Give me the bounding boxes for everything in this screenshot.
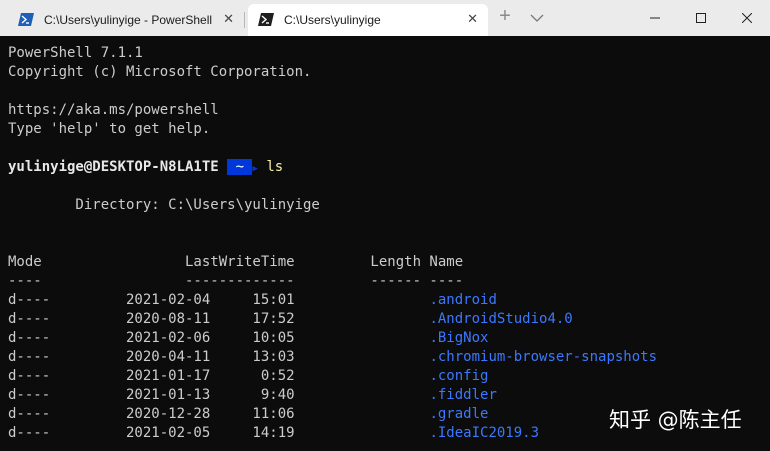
- directory-name: .fiddler: [429, 387, 497, 403]
- banner-line: Copyright (c) Microsoft Corporation.: [8, 64, 312, 80]
- title-bar: C:\Users\yulinyige - PowerShell ✕ C:\Use…: [0, 0, 770, 36]
- table-row: d---- 2020-04-11 13:03 .chromium-browser…: [8, 348, 657, 367]
- row-meta: d---- 2021-02-06 10:05: [8, 330, 430, 346]
- row-meta: d---- 2021-02-05 14:19: [8, 425, 430, 441]
- prompt-line: yulinyige@DESKTOP-N8LA1TE ~ ▶ ls: [8, 158, 283, 179]
- directory-line: Directory: C:\Users\yulinyige: [8, 197, 320, 213]
- directory-name: .AndroidStudio4.0: [429, 311, 573, 327]
- tab-title: C:\Users\yulinyige - PowerShell: [44, 13, 213, 27]
- banner-line: PowerShell 7.1.1: [8, 45, 143, 61]
- row-meta: d---- 2021-01-13 9:40: [8, 387, 430, 403]
- maximize-button[interactable]: [678, 0, 724, 36]
- row-meta: d---- 2020-08-11 17:52: [8, 311, 430, 327]
- powershell-icon: [18, 13, 34, 26]
- table-header: Mode LastWriteTime Length Name: [8, 254, 464, 270]
- new-tab-button[interactable]: +: [494, 5, 516, 28]
- chevron-down-icon[interactable]: [528, 9, 546, 27]
- tab-divider: [244, 12, 245, 28]
- row-meta: d---- 2021-02-04 15:01: [8, 292, 430, 308]
- directory-name: .gradle: [429, 406, 489, 422]
- directory-name: .BigNox: [429, 330, 489, 346]
- close-window-button[interactable]: [724, 0, 770, 36]
- table-header-rule: ---- ------------- ------ ----: [8, 273, 464, 289]
- directory-name: .android: [429, 292, 497, 308]
- table-row: d---- 2021-02-06 10:05 .BigNox: [8, 329, 488, 348]
- table-row: d---- 2020-08-11 17:52 .AndroidStudio4.0: [8, 310, 573, 329]
- directory-name: .IdeaIC2019.3: [429, 425, 540, 441]
- prompt-directory: ~: [227, 159, 253, 175]
- terminal-output[interactable]: PowerShell 7.1.1 Copyright (c) Microsoft…: [0, 36, 770, 451]
- minimize-button[interactable]: [632, 0, 678, 36]
- close-icon: [742, 13, 752, 23]
- table-row: d---- 2021-02-05 14:19 .IdeaIC2019.3: [8, 424, 539, 443]
- close-tab-icon[interactable]: ✕: [467, 11, 478, 27]
- maximize-icon: [696, 13, 706, 23]
- row-meta: d---- 2020-12-28 11:06: [8, 406, 430, 422]
- minimize-icon: [650, 17, 660, 19]
- tab-current[interactable]: C:\Users\yulinyige ✕: [248, 4, 488, 36]
- tab-title: C:\Users\yulinyige: [284, 13, 381, 27]
- directory-name: .config: [429, 368, 489, 384]
- row-meta: d---- 2020-04-11 13:03: [8, 349, 430, 365]
- watermark: 知乎 @陈主任: [609, 408, 742, 432]
- command-text: ls: [266, 159, 284, 175]
- powershell-icon: [258, 13, 274, 26]
- table-row: d---- 2021-01-13 9:40 .fiddler: [8, 386, 497, 405]
- prompt-arrow-icon: ▶: [252, 164, 258, 174]
- prompt-user: yulinyige@DESKTOP-N8LA1TE: [8, 159, 219, 175]
- table-row: d---- 2020-12-28 11:06 .gradle: [8, 405, 488, 424]
- close-tab-icon[interactable]: ✕: [223, 11, 234, 27]
- banner-line: https://aka.ms/powershell: [8, 102, 219, 118]
- row-meta: d---- 2021-01-17 0:52: [8, 368, 430, 384]
- tab-powershell[interactable]: C:\Users\yulinyige - PowerShell ✕: [8, 4, 244, 36]
- table-row: d---- 2021-02-04 15:01 .android: [8, 291, 497, 310]
- banner-line: Type 'help' to get help.: [8, 121, 211, 137]
- table-row: d---- 2021-01-17 0:52 .config: [8, 367, 488, 386]
- directory-name: .chromium-browser-snapshots: [429, 349, 658, 365]
